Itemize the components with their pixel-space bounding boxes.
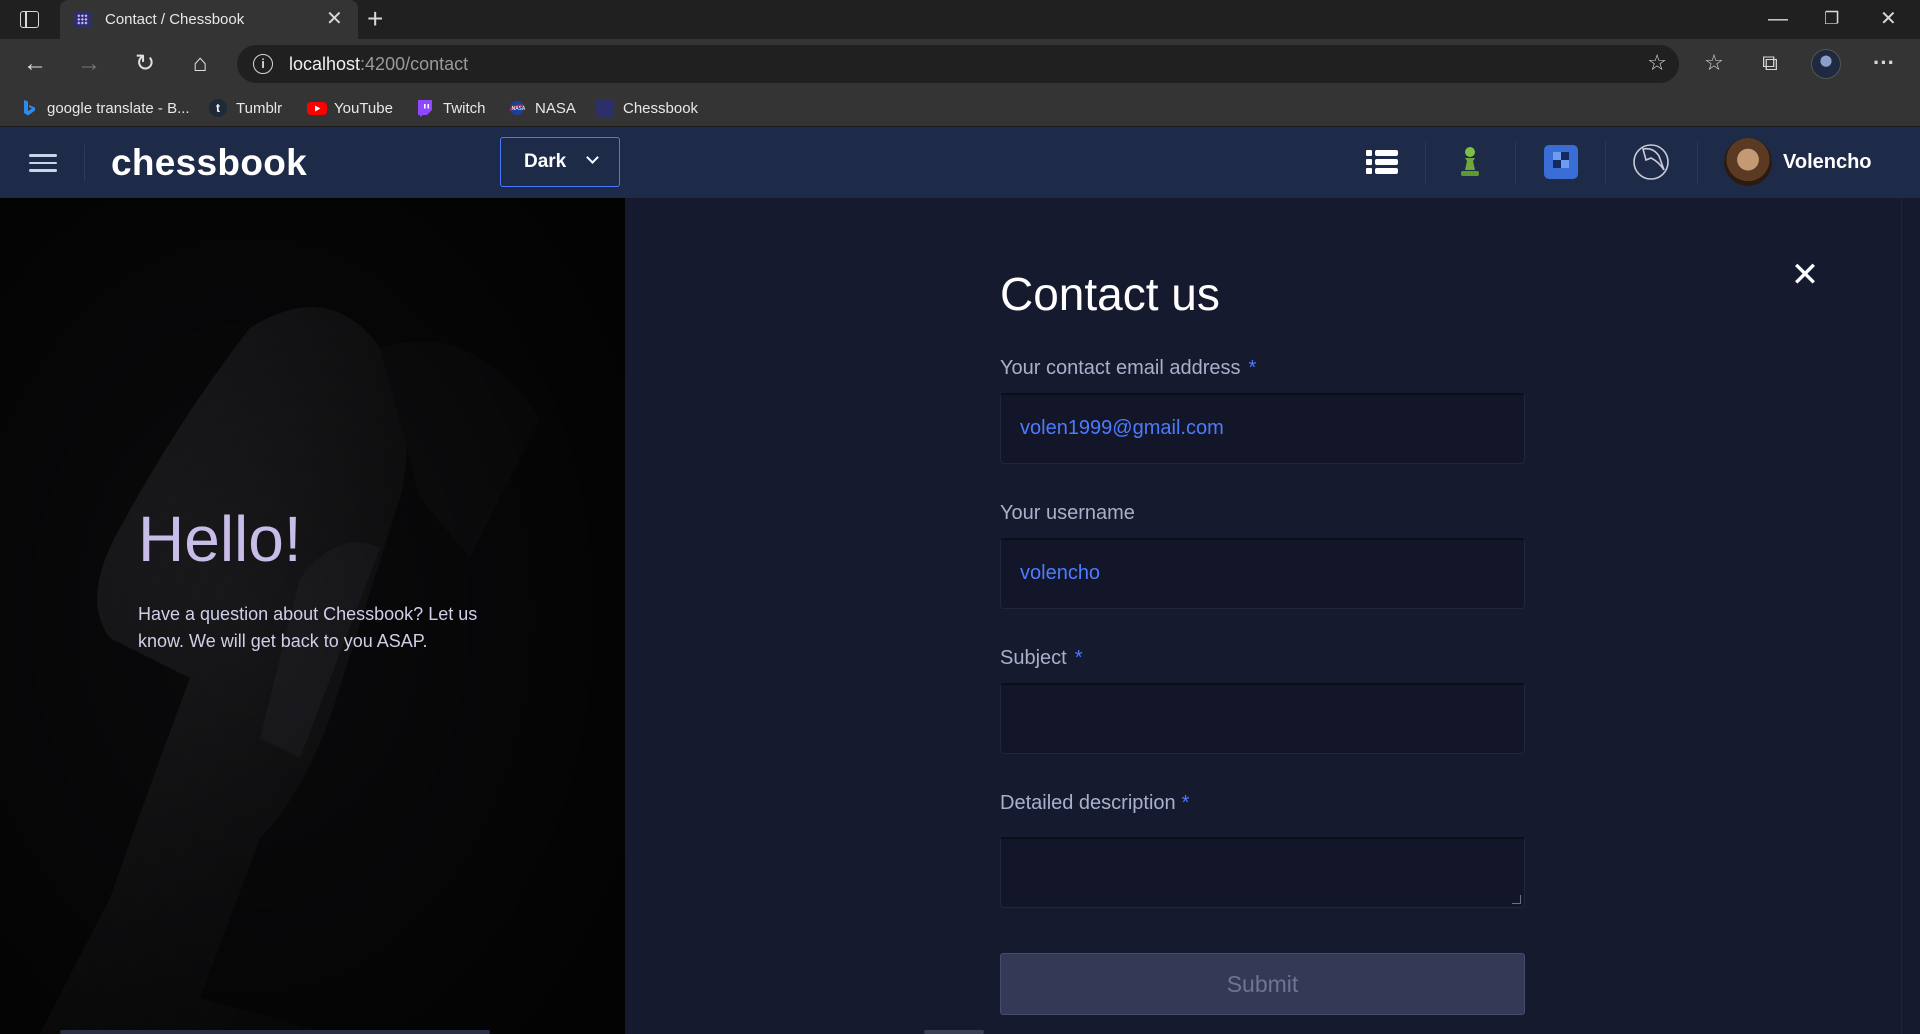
forward-icon[interactable]: → xyxy=(73,48,105,80)
horizontal-scrollbar-thumb-secondary[interactable] xyxy=(924,1030,984,1034)
chevron-down-icon xyxy=(586,151,599,164)
contact-panel xyxy=(625,198,1901,1034)
email-value: volen1999@gmail.com xyxy=(1020,417,1224,439)
url-text[interactable]: localhost:4200/contact xyxy=(289,54,468,75)
browser-toolbar: ← → ↻ ⌂ i localhost:4200/contact ☆ ☆ ⧉ ·… xyxy=(0,39,1920,88)
bookmark-chessbook[interactable]: Chessbook xyxy=(596,98,698,118)
twitch-icon xyxy=(416,99,434,117)
collections-icon[interactable]: ⧉ xyxy=(1755,48,1785,78)
subject-field[interactable] xyxy=(1000,683,1525,754)
username-label: Your username xyxy=(1000,502,1135,524)
email-field[interactable]: volen1999@gmail.com xyxy=(1000,393,1525,464)
bookmark-twitch[interactable]: Twitch xyxy=(416,98,486,118)
chessbook-icon xyxy=(596,99,614,117)
user-avatar[interactable] xyxy=(1724,138,1772,186)
required-marker: * xyxy=(1074,647,1083,669)
bookmark-youtube[interactable]: YouTube xyxy=(307,98,393,118)
chessbook-favicon-icon xyxy=(74,11,91,28)
bookmark-nasa[interactable]: NASA NASA xyxy=(508,98,576,118)
required-marker: * xyxy=(1248,357,1257,379)
refresh-icon[interactable]: ↻ xyxy=(129,48,161,80)
browser-tab[interactable]: Contact / Chessbook ✕ xyxy=(60,0,358,39)
tab-close-icon[interactable]: ✕ xyxy=(326,7,343,31)
brand-divider xyxy=(84,145,85,181)
bookmarks-bar: google translate - B... t Tumblr YouTube… xyxy=(0,88,1920,127)
nav-separator xyxy=(1697,141,1698,185)
bookmark-tumblr[interactable]: t Tumblr xyxy=(209,98,282,118)
restore-icon[interactable]: ❐ xyxy=(1824,6,1839,32)
youtube-icon xyxy=(307,99,327,117)
site-info-icon[interactable]: i xyxy=(253,54,273,74)
hero-heading: Hello! xyxy=(138,503,302,575)
puzzle-board-icon[interactable] xyxy=(1541,142,1581,182)
knight-icon[interactable] xyxy=(1631,142,1671,182)
username-label[interactable]: Volencho xyxy=(1783,151,1872,174)
tab-actions-icon[interactable] xyxy=(20,11,39,28)
browser-tabstrip: Contact / Chessbook ✕ + — ❐ ✕ xyxy=(0,0,1920,39)
bing-icon xyxy=(20,99,38,117)
hamburger-menu-icon[interactable] xyxy=(29,154,57,172)
hero-description: Have a question about Chessbook? Let us … xyxy=(138,604,478,651)
brand-logo[interactable]: chessbook xyxy=(111,142,307,184)
horizontal-scrollbar-thumb[interactable] xyxy=(60,1030,490,1034)
tab-title: Contact / Chessbook xyxy=(105,11,245,28)
tumblr-icon: t xyxy=(209,99,227,117)
close-icon[interactable]: ✕ xyxy=(1790,258,1820,292)
hero-panel: Hello! Have a question about Chessbook? … xyxy=(0,198,625,1034)
description-textarea[interactable] xyxy=(1000,837,1525,908)
pawn-icon[interactable] xyxy=(1450,142,1490,182)
subject-label: Subject * xyxy=(1000,647,1083,669)
app-navbar: chessbook Dark Volencho xyxy=(0,127,1920,198)
svg-text:NASA: NASA xyxy=(512,106,526,112)
back-icon[interactable]: ← xyxy=(19,48,51,80)
browser-profile-avatar[interactable] xyxy=(1811,49,1841,79)
nav-separator xyxy=(1515,141,1516,185)
theme-select-value: Dark xyxy=(524,151,567,172)
favorites-icon[interactable]: ☆ xyxy=(1699,48,1729,78)
feed-list-icon[interactable] xyxy=(1363,142,1403,182)
more-menu-icon[interactable]: ··· xyxy=(1869,48,1899,78)
vertical-scrollbar[interactable] xyxy=(1901,198,1920,1034)
home-icon[interactable]: ⌂ xyxy=(184,48,216,80)
email-label: Your contact email address * xyxy=(1000,357,1257,379)
minimize-icon[interactable]: — xyxy=(1768,6,1788,32)
bookmark-google-translate[interactable]: google translate - B... xyxy=(20,98,190,118)
add-favorite-icon[interactable]: ☆ xyxy=(1647,50,1667,76)
nav-separator xyxy=(1605,141,1606,185)
theme-select[interactable]: Dark xyxy=(500,137,620,187)
new-tab-icon[interactable]: + xyxy=(367,3,383,35)
resize-handle-icon[interactable] xyxy=(1512,895,1521,904)
required-marker: * xyxy=(1181,792,1190,814)
nasa-icon: NASA xyxy=(508,99,526,117)
username-field[interactable]: volencho xyxy=(1000,538,1525,609)
form-title: Contact us xyxy=(1000,268,1220,320)
description-label: Detailed description * xyxy=(1000,792,1190,814)
nav-separator xyxy=(1425,141,1426,185)
window-close-icon[interactable]: ✕ xyxy=(1880,6,1897,32)
username-value: volencho xyxy=(1020,562,1101,584)
submit-button[interactable]: Submit xyxy=(1000,953,1525,1015)
address-bar[interactable]: i localhost:4200/contact ☆ xyxy=(237,45,1679,83)
